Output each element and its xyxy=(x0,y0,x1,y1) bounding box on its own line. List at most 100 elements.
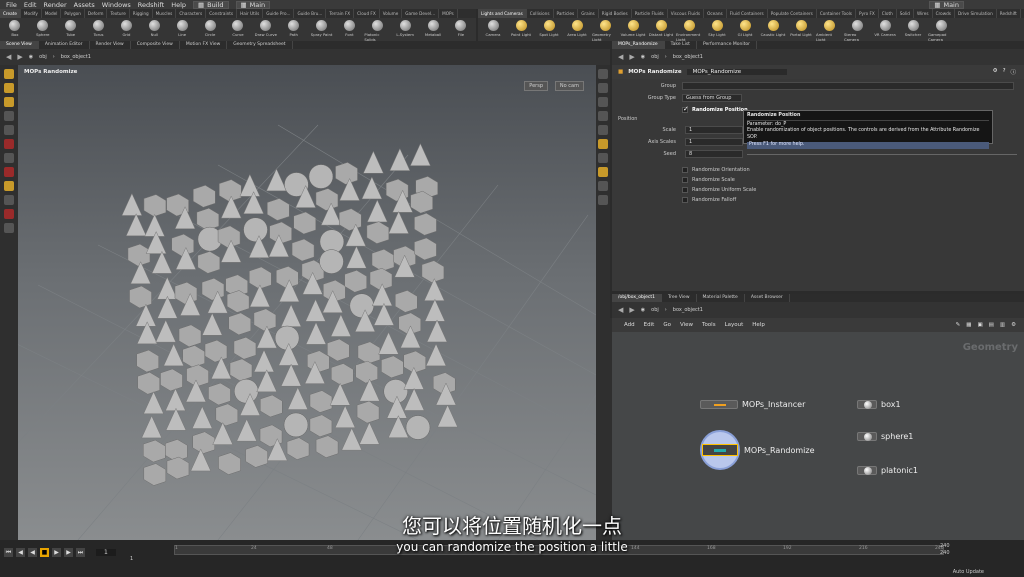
tool-spray-paint[interactable]: Spray Paint xyxy=(309,20,335,42)
desktop-selector[interactable]: ▦ Build xyxy=(193,0,229,9)
shelf-tab[interactable]: Terrain FX xyxy=(326,9,355,18)
menu-assets[interactable]: Assets xyxy=(74,1,95,9)
forward-arrow-icon[interactable]: ▶ xyxy=(629,53,634,61)
network-box-icon[interactable]: ▥ xyxy=(1000,322,1005,328)
node-name-field[interactable]: MOPs_Randomize xyxy=(686,69,787,75)
scale-tool-icon[interactable] xyxy=(4,153,14,163)
auto-update-menu[interactable]: Auto Update xyxy=(953,569,984,575)
tool-switcher[interactable]: Switcher xyxy=(900,20,926,42)
brush-tool-icon[interactable] xyxy=(4,195,14,205)
tool-gi-light[interactable]: GI Light xyxy=(732,20,758,42)
tab-motion-fx-view[interactable]: Motion FX View xyxy=(180,41,228,49)
tool-file[interactable]: File xyxy=(448,20,474,42)
point-display-icon[interactable] xyxy=(598,181,608,191)
shelf-tab[interactable]: Solid xyxy=(897,9,914,18)
back-arrow-icon[interactable]: ◀ xyxy=(6,53,11,61)
move-tool-icon[interactable] xyxy=(4,125,14,135)
tool-torus[interactable]: Torus xyxy=(86,20,112,42)
shelf-tab[interactable]: Wires xyxy=(914,9,933,18)
paint-tool-icon[interactable] xyxy=(4,223,14,233)
randomize-orientation-checkbox[interactable] xyxy=(682,167,688,173)
node-platonic[interactable]: platonic1 xyxy=(857,466,918,475)
context-selector[interactable]: ▦ Main xyxy=(235,0,271,9)
normal-display-icon[interactable] xyxy=(598,195,608,205)
shelf-tab[interactable]: Drive Simulation xyxy=(955,9,997,18)
tool-volume-light[interactable]: Volume Light xyxy=(620,20,646,42)
shelf-tab[interactable]: Polygon xyxy=(61,9,85,18)
shelf-tab[interactable]: Oceans xyxy=(704,9,727,18)
seed-field[interactable]: 8 xyxy=(685,150,743,158)
menu-edit[interactable]: Edit xyxy=(644,322,655,328)
camera-icon[interactable] xyxy=(598,153,608,163)
tool-grid[interactable]: Grid xyxy=(114,20,140,42)
shelf-tab[interactable]: Grains xyxy=(578,9,599,18)
tool-portal-light[interactable]: Portal Light xyxy=(788,20,814,42)
sticky-note-icon[interactable]: ▤ xyxy=(989,322,994,328)
tab-parameters[interactable]: MOPs_Randomize xyxy=(612,41,665,49)
shelf-tab[interactable]: Particles xyxy=(554,9,579,18)
back-arrow-icon[interactable]: ◀ xyxy=(618,53,623,61)
tab-take-list[interactable]: Take List xyxy=(665,41,697,49)
tool-circle[interactable]: Circle xyxy=(197,20,223,42)
node-sphere[interactable]: sphere1 xyxy=(857,432,913,441)
tool-tube[interactable]: Tube xyxy=(58,20,84,42)
shelf-tab[interactable]: Container Tools xyxy=(817,9,856,18)
pose-tool-icon[interactable] xyxy=(4,111,14,121)
tab-geometry-spreadsheet[interactable]: Geometry Spreadsheet xyxy=(227,41,293,49)
menu-edit[interactable]: Edit xyxy=(24,1,37,9)
node-mops-instancer[interactable]: MOPs_Instancer xyxy=(700,400,805,409)
help-icon[interactable]: ? xyxy=(1003,68,1006,76)
menu-go[interactable]: Go xyxy=(663,322,671,328)
shelf-tab[interactable]: Texture xyxy=(107,9,130,18)
tool-font[interactable]: Font xyxy=(337,20,363,42)
lock-icon[interactable] xyxy=(598,111,608,121)
shelf-tab[interactable]: Viscous Fluids xyxy=(668,9,705,18)
scale-field[interactable]: 1 xyxy=(685,126,743,134)
shelf-tab[interactable]: Modify xyxy=(21,9,42,18)
menu-help[interactable]: Help xyxy=(171,1,186,9)
path-obj[interactable]: obj xyxy=(39,54,47,60)
shelf-tab[interactable]: Fluid Containers xyxy=(727,9,768,18)
shelf-tab[interactable]: Hair Utils xyxy=(237,9,264,18)
start-frame[interactable]: 1 xyxy=(130,556,133,562)
tab-material-palette[interactable]: Material Palette xyxy=(697,294,745,302)
magnet-snap-icon[interactable] xyxy=(4,209,14,219)
tool-box[interactable]: Box xyxy=(2,20,28,42)
wrench-icon[interactable]: ✎ xyxy=(956,322,961,328)
path-obj[interactable]: obj xyxy=(651,307,659,313)
forward-arrow-icon[interactable]: ▶ xyxy=(17,53,22,61)
tool-gamepad-camera[interactable]: Gamepad Camera xyxy=(928,20,954,42)
menu-tools[interactable]: Tools xyxy=(702,322,716,328)
shelf-tab[interactable]: MOPs xyxy=(439,9,458,18)
randomize-uniform-scale-checkbox[interactable] xyxy=(682,187,688,193)
tool-distant-light[interactable]: Distant Light xyxy=(648,20,674,42)
tool-curve[interactable]: Curve xyxy=(225,20,251,42)
tool-point-light[interactable]: Point Light xyxy=(508,20,534,42)
tool-sphere[interactable]: Sphere xyxy=(30,20,56,42)
shelf-tab[interactable]: Muscles xyxy=(153,9,177,18)
settings-icon[interactable]: ⚙ xyxy=(1011,322,1016,328)
menu-layout[interactable]: Layout xyxy=(725,322,744,328)
palette-icon[interactable]: ▣ xyxy=(977,322,982,328)
shelf-tab[interactable]: Game Devel... xyxy=(402,9,440,18)
gear-icon[interactable]: ⚙ xyxy=(993,68,998,76)
tab-animation-editor[interactable]: Animation Editor xyxy=(39,41,90,49)
tool-vr-camera[interactable]: VR Camera xyxy=(872,20,898,42)
shelf-tab[interactable]: Volume xyxy=(380,9,403,18)
right-context-selector[interactable]: ▦ Main xyxy=(929,0,964,9)
info-icon[interactable]: ⓘ xyxy=(1010,68,1016,76)
shelf-tab[interactable]: Create xyxy=(0,9,21,18)
shelf-tab[interactable]: Deform xyxy=(85,9,108,18)
select-tool-icon[interactable] xyxy=(4,69,14,79)
axis-scales-field[interactable]: 1 xyxy=(685,138,743,146)
tool-stereo-camera[interactable]: Stereo Camera xyxy=(844,20,870,42)
tool-environment-light[interactable]: Environment Light xyxy=(676,20,702,42)
shelf-tab[interactable]: Rigging xyxy=(130,9,153,18)
display-option-icon[interactable] xyxy=(598,69,608,79)
grid-view-icon[interactable]: ▦ xyxy=(966,322,971,328)
shelf-tab[interactable]: Cloth xyxy=(879,9,897,18)
tool-draw-curve[interactable]: Draw Curve xyxy=(253,20,279,42)
shelf-tab[interactable]: Guide Bru... xyxy=(294,9,327,18)
shelf-tab[interactable]: Pyro FX xyxy=(856,9,879,18)
tool-line[interactable]: Line xyxy=(169,20,195,42)
